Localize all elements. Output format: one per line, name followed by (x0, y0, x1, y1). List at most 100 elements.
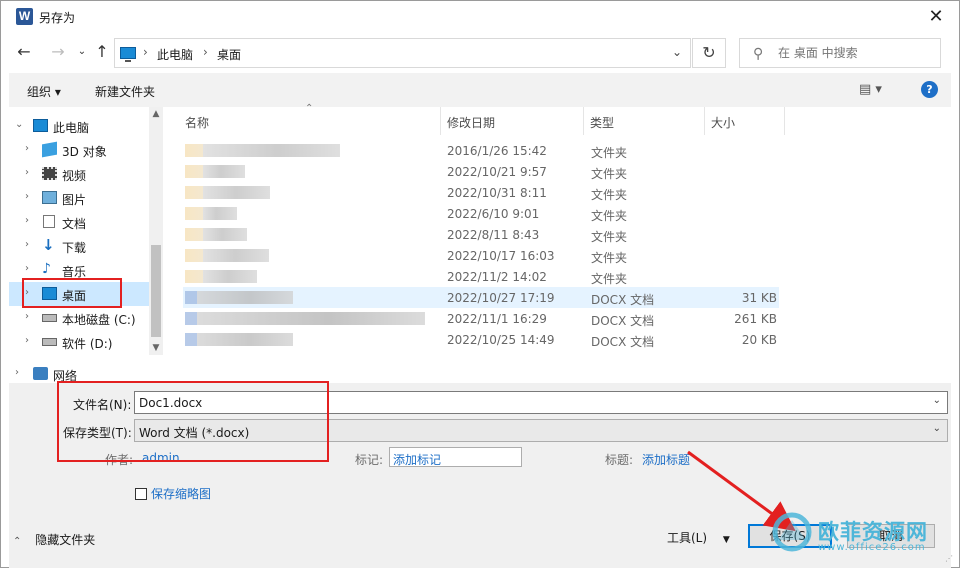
save-thumbnail-checkbox[interactable] (135, 488, 147, 500)
sidebar-item-drive-d[interactable]: › 软件 (D:) (9, 330, 149, 354)
sidebar-item-documents[interactable]: › 文档 (9, 210, 149, 234)
sidebar-item-downloads[interactable]: › ↓ 下载 (9, 234, 149, 258)
tools-menu-button[interactable]: 工具(L) ▼ (667, 529, 730, 546)
sidebar-item-label: 3D 对象 (62, 145, 107, 159)
chevron-right-icon: › (15, 367, 19, 378)
up-button[interactable]: ↑ (91, 41, 113, 63)
file-type: 文件夹 (591, 272, 628, 286)
save-thumbnail-label[interactable]: 保存缩略图 (151, 485, 211, 502)
address-bar[interactable]: › 此电脑 › 桌面 ⌄ (114, 38, 691, 68)
title-value[interactable]: 添加标题 (642, 451, 690, 468)
help-icon[interactable]: ? (921, 81, 938, 98)
drive-icon (42, 338, 57, 346)
file-row[interactable]: 2022/10/17 16:03 文件夹 (183, 245, 779, 266)
file-row[interactable]: 2022/11/1 16:29 DOCX 文档 261 KB (183, 308, 779, 329)
file-type: 文件夹 (591, 146, 628, 160)
file-row[interactable]: 2022/8/11 8:43 文件夹 (183, 224, 779, 245)
chevron-up-icon: ⌃ (13, 536, 22, 547)
chevron-right-icon: › (25, 167, 29, 178)
view-options-icon[interactable]: ▤ ▾ (859, 82, 882, 97)
file-date: 2022/10/17 16:03 (447, 249, 555, 263)
chevron-right-icon: › (25, 239, 29, 250)
file-row[interactable]: 2022/11/2 14:02 文件夹 (183, 266, 779, 287)
file-type: 文件夹 (591, 167, 628, 181)
filetype-select[interactable]: Word 文档 (*.docx) ⌄ (134, 419, 948, 442)
file-date: 2022/11/2 14:02 (447, 270, 547, 284)
sidebar-item-3d-objects[interactable]: › 3D 对象 (9, 138, 149, 162)
column-header-type[interactable]: 类型 (584, 107, 705, 135)
file-size: 31 KB (741, 291, 777, 305)
scroll-up-icon[interactable]: ▲ (149, 109, 163, 119)
chevron-down-icon: ⌄ (932, 423, 941, 434)
chevron-down-icon[interactable]: ⌄ (933, 395, 941, 406)
close-button[interactable]: ✕ (913, 1, 959, 33)
chevron-right-icon: › (25, 311, 29, 322)
sidebar-item-pictures[interactable]: › 图片 (9, 186, 149, 210)
redacted-filename (185, 270, 257, 283)
scrollbar-thumb[interactable] (151, 245, 161, 337)
file-date: 2022/10/31 8:11 (447, 186, 547, 200)
new-folder-button[interactable]: 新建文件夹 (95, 83, 155, 100)
sidebar-item-label: 本地磁盘 (C:) (62, 313, 136, 327)
recent-locations-button[interactable]: ⌄ (71, 41, 93, 63)
file-type: DOCX 文档 (591, 314, 655, 328)
chevron-right-icon: › (25, 191, 29, 202)
navigation-pane-scrollbar[interactable]: ▲ ▼ (149, 107, 163, 355)
search-icon: ⚲ (753, 46, 764, 62)
resize-grip-icon[interactable]: ⋰ (945, 554, 953, 563)
file-date: 2022/6/10 9:01 (447, 207, 540, 221)
file-row[interactable]: 2022/10/31 8:11 文件夹 (183, 182, 779, 203)
file-row[interactable]: 2022/10/25 14:49 DOCX 文档 20 KB (183, 329, 779, 350)
desktop-icon (42, 287, 57, 300)
author-label: 作者: (105, 453, 134, 467)
sidebar-item-desktop[interactable]: › 桌面 (9, 282, 149, 306)
file-type: 文件夹 (591, 209, 628, 223)
redacted-filename (185, 228, 247, 241)
video-icon (42, 167, 57, 180)
filename-input[interactable]: Doc1.docx ⌄ (134, 391, 948, 414)
breadcrumb-desktop[interactable]: 桌面 (217, 46, 241, 63)
file-row[interactable]: 2022/10/27 17:19 DOCX 文档 31 KB (183, 287, 779, 308)
column-header-date[interactable]: 修改日期 (441, 107, 584, 135)
tags-input[interactable]: 添加标记 (389, 447, 522, 467)
file-date: 2022/11/1 16:29 (447, 312, 547, 326)
refresh-button[interactable]: ↻ (692, 38, 726, 68)
file-type: DOCX 文档 (591, 335, 655, 349)
chevron-right-icon: › (25, 143, 29, 154)
sidebar-item-drive-c[interactable]: › 本地磁盘 (C:) (9, 306, 149, 330)
breadcrumb-this-pc[interactable]: 此电脑 (157, 46, 193, 63)
sidebar-item-label: 软件 (D:) (62, 337, 113, 351)
chevron-down-icon: ▼ (722, 535, 730, 545)
back-button[interactable]: ← (13, 41, 35, 63)
cancel-button[interactable]: 取消 (847, 524, 935, 548)
redacted-filename (185, 249, 269, 262)
author-value[interactable]: admin (142, 451, 180, 465)
file-type: DOCX 文档 (591, 293, 655, 307)
tags-value: 添加标记 (393, 453, 442, 467)
sidebar-item-music[interactable]: › ♪ 音乐 (9, 258, 149, 282)
save-as-dialog: W 另存为 ✕ ← → ⌄ ↑ › 此电脑 › 桌面 ⌄ ↻ ⚲ 组织 ▾ 新建… (0, 0, 960, 568)
search-input[interactable] (778, 40, 938, 66)
save-button[interactable]: 保存(S) (748, 524, 832, 548)
filetype-label: 保存类型(T): (63, 426, 132, 440)
chevron-down-icon: ⌄ (77, 46, 87, 57)
sidebar-item-label: 此电脑 (53, 121, 90, 135)
organize-menu-button[interactable]: 组织 ▾ (27, 83, 61, 100)
column-header-size[interactable]: 大小 (705, 107, 785, 135)
hide-folders-toggle[interactable]: ⌃ 隐藏文件夹 (13, 531, 95, 548)
file-row[interactable]: 2022/6/10 9:01 文件夹 (183, 203, 779, 224)
file-date: 2022/10/21 9:57 (447, 165, 547, 179)
redacted-filename (185, 333, 293, 346)
sidebar-item-label: 桌面 (62, 289, 87, 303)
file-row[interactable]: 2016/1/26 15:42 文件夹 (183, 140, 779, 161)
sidebar-item-videos[interactable]: › 视频 (9, 162, 149, 186)
scroll-down-icon[interactable]: ▼ (149, 343, 163, 353)
command-toolbar: 组织 ▾ 新建文件夹 ▤ ▾ ? (9, 73, 951, 107)
forward-button[interactable]: → (47, 41, 69, 63)
address-dropdown-icon[interactable]: ⌄ (672, 45, 682, 59)
sidebar-item-this-pc[interactable]: ⌄ 此电脑 (9, 114, 149, 138)
column-header-name[interactable]: 名称 (179, 107, 441, 135)
file-row[interactable]: 2022/10/21 9:57 文件夹 (183, 161, 779, 182)
arrow-left-icon: ← (17, 42, 31, 61)
search-box[interactable]: ⚲ (739, 38, 941, 68)
